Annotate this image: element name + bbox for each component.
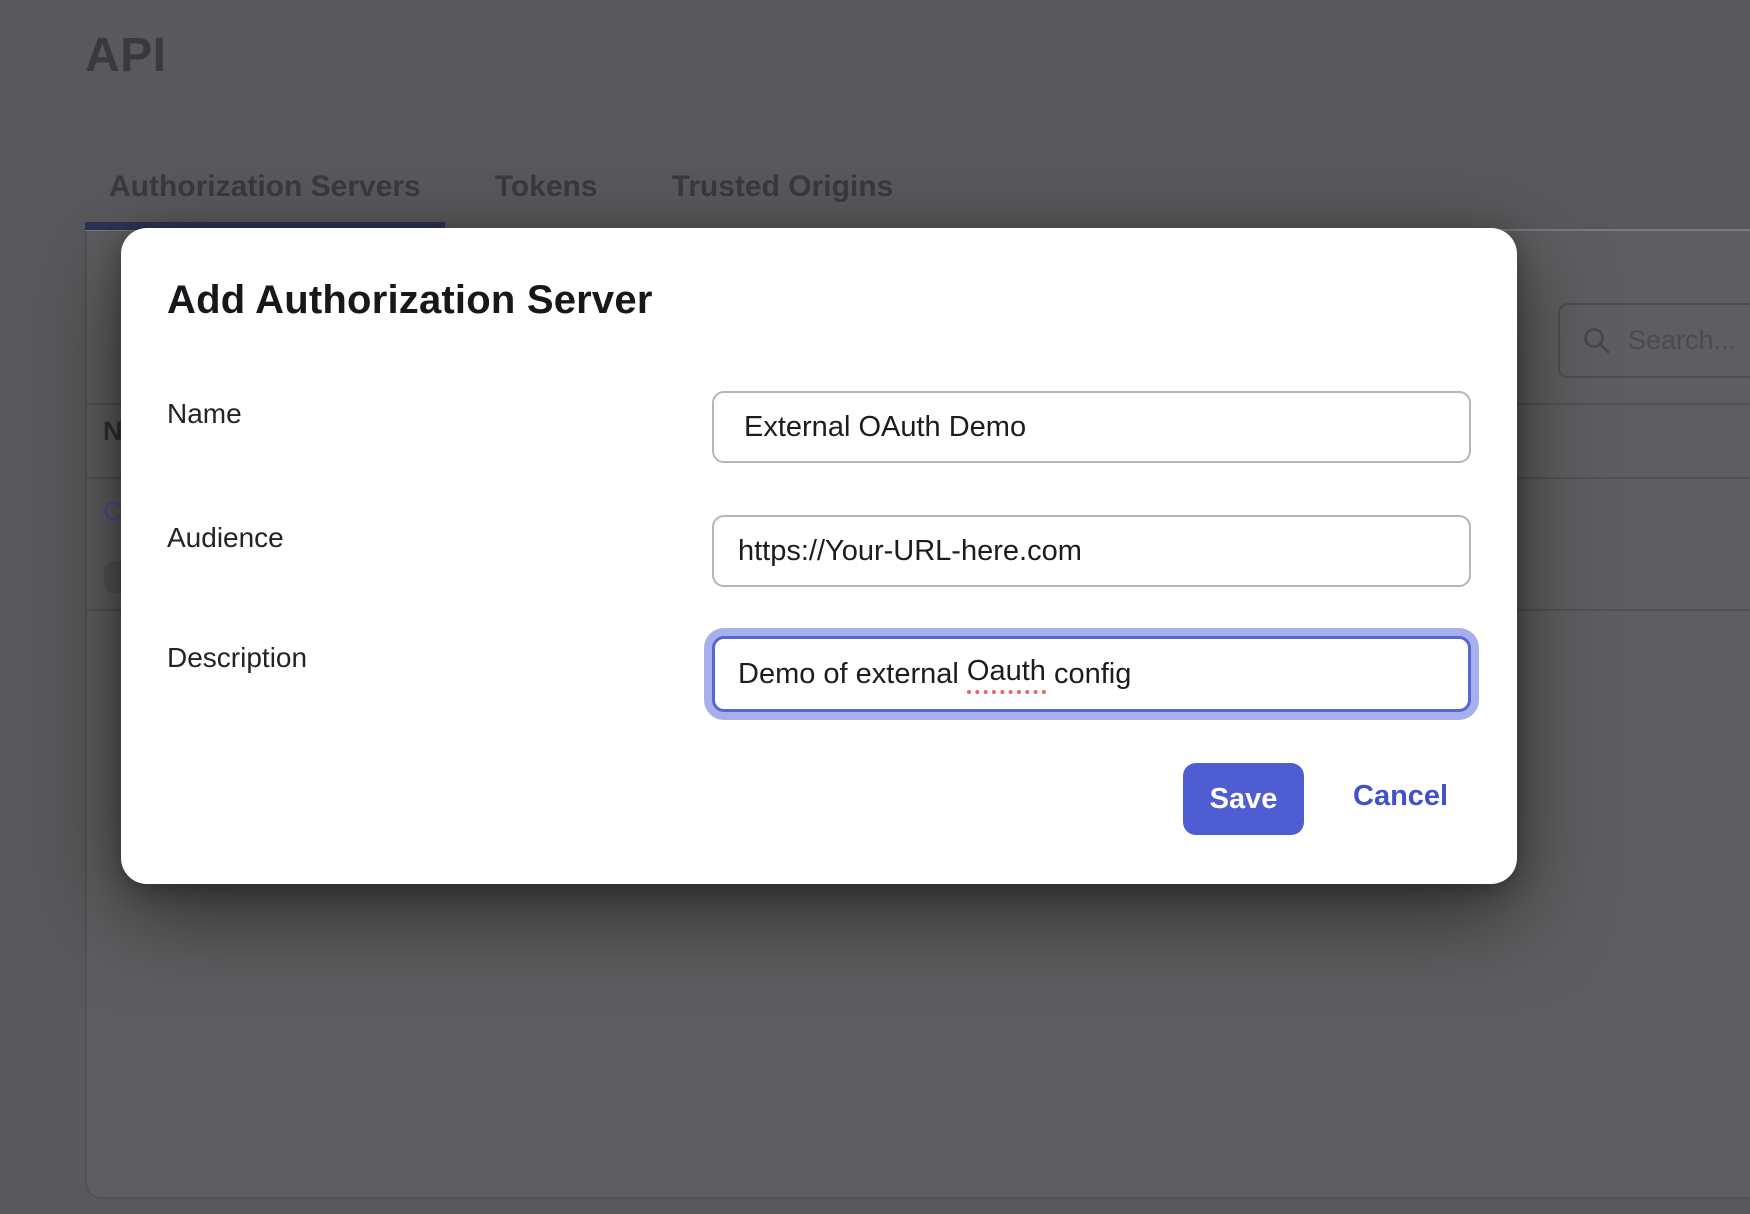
description-misspelled-word: Oauth <box>967 655 1046 694</box>
search-icon <box>1582 326 1612 356</box>
audience-input[interactable] <box>712 515 1471 587</box>
description-label: Description <box>167 642 307 674</box>
table-row-link[interactable]: C <box>103 496 123 527</box>
modal-title: Add Authorization Server <box>167 278 653 323</box>
search-input[interactable] <box>1628 325 1750 356</box>
name-input[interactable] <box>712 391 1471 463</box>
audience-label: Audience <box>167 522 284 554</box>
cancel-button[interactable]: Cancel <box>1353 780 1448 813</box>
search-box[interactable] <box>1558 303 1750 378</box>
tab-tokens[interactable]: Tokens <box>471 150 622 230</box>
tab-bar: Authorization Servers Tokens Trusted Ori… <box>85 150 917 230</box>
tab-authorization-servers[interactable]: Authorization Servers <box>85 150 445 230</box>
page-title: API <box>85 28 167 83</box>
save-button[interactable]: Save <box>1183 763 1304 835</box>
description-input[interactable]: Demo of external Oauth config <box>712 636 1471 712</box>
description-text-after: config <box>1046 658 1131 691</box>
add-authorization-server-modal: Add Authorization Server Name Audience D… <box>121 228 1517 884</box>
description-text: Demo of external <box>738 658 967 691</box>
name-label: Name <box>167 398 242 430</box>
tab-trusted-origins[interactable]: Trusted Origins <box>648 150 918 230</box>
